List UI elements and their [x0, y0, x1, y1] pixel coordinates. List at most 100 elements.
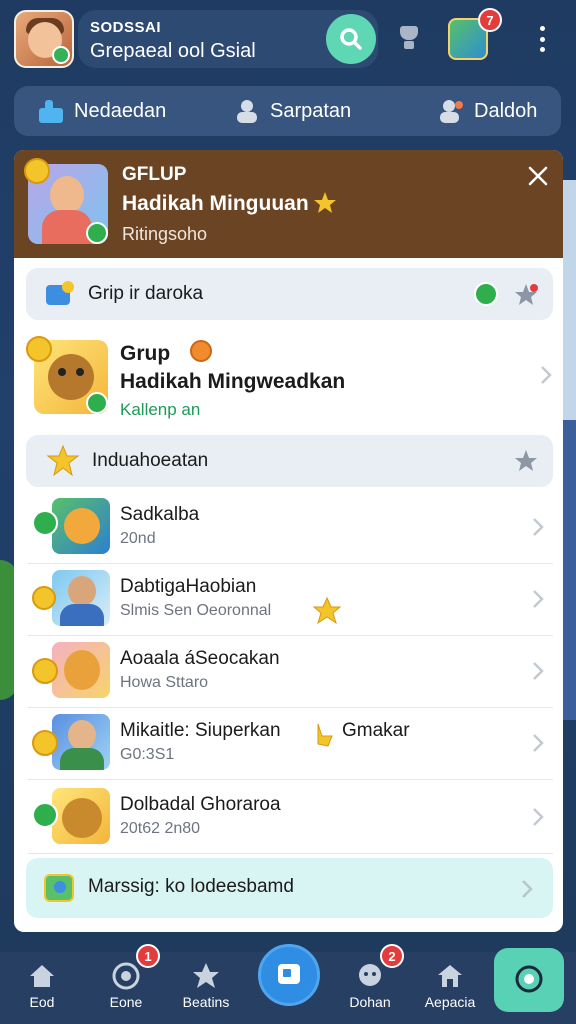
message-group-button[interactable]: Marssig: ko lodeesbamd — [26, 858, 553, 918]
tab-daldoh[interactable]: Daldoh — [436, 86, 537, 136]
group-reward-card: GFLUP Hadikah Minguuan Ritingsoho Grip i… — [14, 150, 563, 932]
item-subtitle: 20t62 2n80 — [120, 820, 201, 837]
list-item[interactable]: Aoaala áSeocakan Howa Sttaro — [28, 638, 553, 708]
item-subtitle: 20nd — [120, 530, 156, 547]
chat-icon — [354, 960, 386, 992]
item-thumbnail — [52, 788, 110, 844]
username-line-1: SODSSAI — [90, 19, 162, 36]
tab-label: Sarpatan — [270, 99, 352, 122]
apple-badge-icon — [474, 282, 498, 306]
nav-label: Aepacia — [424, 994, 476, 1010]
star-icon — [312, 596, 342, 625]
close-icon[interactable] — [526, 164, 550, 188]
list-item[interactable]: Mikaitle: Siuperkan Gmakar G0:3S1 — [28, 710, 553, 780]
nav-label: Eod — [29, 994, 55, 1010]
group-section-label: Grip ir daroka — [88, 283, 204, 304]
item-subtitle: Slmis Sen Oeoronnal — [120, 602, 272, 619]
home-icon — [26, 960, 58, 992]
nav-item-beatins[interactable]: Beatins — [166, 952, 246, 1024]
username-line-2: Grepaeal ool Gsial — [90, 40, 256, 62]
item-title: Aoaala áSeocakan — [120, 648, 280, 669]
map-notification-badge: 7 — [478, 8, 502, 32]
featured-title: Grup — [120, 342, 171, 365]
person-icon — [232, 96, 262, 126]
star-outline-icon[interactable] — [512, 281, 540, 309]
featured-caption: Kallenp an — [120, 400, 201, 419]
coin-icon — [24, 158, 50, 184]
tabs-bar: Nedaedan Sarpatan Daldoh — [14, 86, 561, 136]
card-header: GFLUP Hadikah Minguuan Ritingsoho — [14, 150, 563, 258]
item-title: Dolbadal Ghoraroa — [120, 794, 281, 815]
chevron-right-icon — [533, 734, 544, 752]
item-title: Sadkalba — [120, 504, 200, 525]
chevron-right-icon — [533, 808, 544, 826]
favorites-section-label: Induahoeatan — [92, 450, 209, 471]
nav-item-aepacia[interactable]: Aepacia — [410, 952, 490, 1024]
target-icon — [110, 960, 142, 992]
header-caption: Ritingsoho — [122, 224, 208, 244]
nav-label: Eone — [109, 994, 143, 1010]
group-section-header[interactable]: Grip ir daroka — [26, 268, 553, 320]
search-icon — [340, 28, 362, 50]
list-item[interactable]: DabtigaHaobian Slmis Sen Oeoronnal — [28, 566, 553, 636]
star-outline-icon[interactable] — [512, 447, 540, 475]
list-item[interactable]: Sadkalba 20nd — [28, 494, 553, 564]
header-subtitle: Hadikah Minguuan — [122, 192, 309, 215]
item-thumbnail — [52, 570, 110, 626]
center-action-button[interactable] — [258, 944, 320, 1006]
group-folder-icon — [46, 281, 74, 305]
message-circle-icon — [515, 965, 543, 993]
chevron-right-icon — [522, 880, 533, 898]
chevron-right-icon — [533, 518, 544, 536]
leaf-badge-icon — [86, 222, 108, 244]
quick-action-button[interactable] — [494, 948, 564, 1012]
chevron-right-icon — [533, 662, 544, 680]
featured-subtitle: Hadikah Mingweadkan — [120, 370, 346, 393]
avatar-badge — [52, 46, 70, 64]
star-icon — [314, 192, 336, 213]
tab-nedaedan[interactable]: Nedaedan — [36, 86, 166, 136]
tab-sarpatan[interactable]: Sarpatan — [232, 86, 351, 136]
item-title: DabtigaHaobian — [120, 576, 257, 597]
message-group-label: Marssig: ko lodeesbamd — [88, 876, 294, 897]
item-subtitle: G0:3S1 — [120, 746, 175, 763]
tab-label: Nedaedan — [74, 99, 167, 122]
item-title: Mikaitle: Siuperkan — [120, 720, 281, 741]
coin-icon — [32, 730, 58, 756]
nav-notification-badge: 1 — [136, 944, 160, 968]
star-icon — [46, 444, 80, 477]
building-icon — [434, 960, 466, 992]
avatar[interactable] — [14, 10, 74, 68]
item-thumbnail — [52, 498, 110, 554]
tab-label: Daldoh — [474, 99, 538, 122]
hand-point-icon — [317, 723, 333, 747]
header-title: GFLUP — [122, 164, 187, 185]
group-icon — [436, 96, 466, 126]
leaf-badge-icon — [86, 392, 108, 414]
coin-icon — [32, 658, 58, 684]
item-thumbnail — [52, 714, 110, 770]
chevron-right-icon — [541, 366, 552, 384]
coin-icon — [26, 336, 52, 362]
coin-icon — [190, 340, 212, 362]
search-button[interactable] — [326, 14, 376, 64]
nav-label: Dohan — [349, 994, 391, 1010]
featured-group-item[interactable]: Grup Hadikah Mingweadkan Kallenp an — [14, 328, 563, 419]
chevron-right-icon — [533, 590, 544, 608]
nav-item-eod[interactable]: Eod — [2, 952, 82, 1024]
top-bar: SODSSAI Grepaeal ool Gsial 7 — [0, 0, 576, 80]
coin-icon — [32, 586, 56, 610]
favorites-section-header[interactable]: Induahoeatan — [26, 435, 553, 487]
map-icon — [44, 874, 74, 902]
star-icon — [190, 960, 222, 992]
background-edge — [562, 180, 576, 420]
list-item[interactable]: Dolbadal Ghoraroa 20t62 2n80 — [28, 784, 553, 854]
thumbs-up-icon — [36, 96, 66, 126]
item-thumbnail — [52, 642, 110, 698]
nav-notification-badge: 2 — [380, 944, 404, 968]
trophy-icon[interactable] — [398, 26, 420, 50]
online-dot-icon — [32, 802, 58, 828]
chat-square-icon — [278, 964, 300, 984]
more-menu-icon[interactable] — [534, 26, 550, 52]
item-title-suffix: Gmakar — [342, 720, 410, 741]
